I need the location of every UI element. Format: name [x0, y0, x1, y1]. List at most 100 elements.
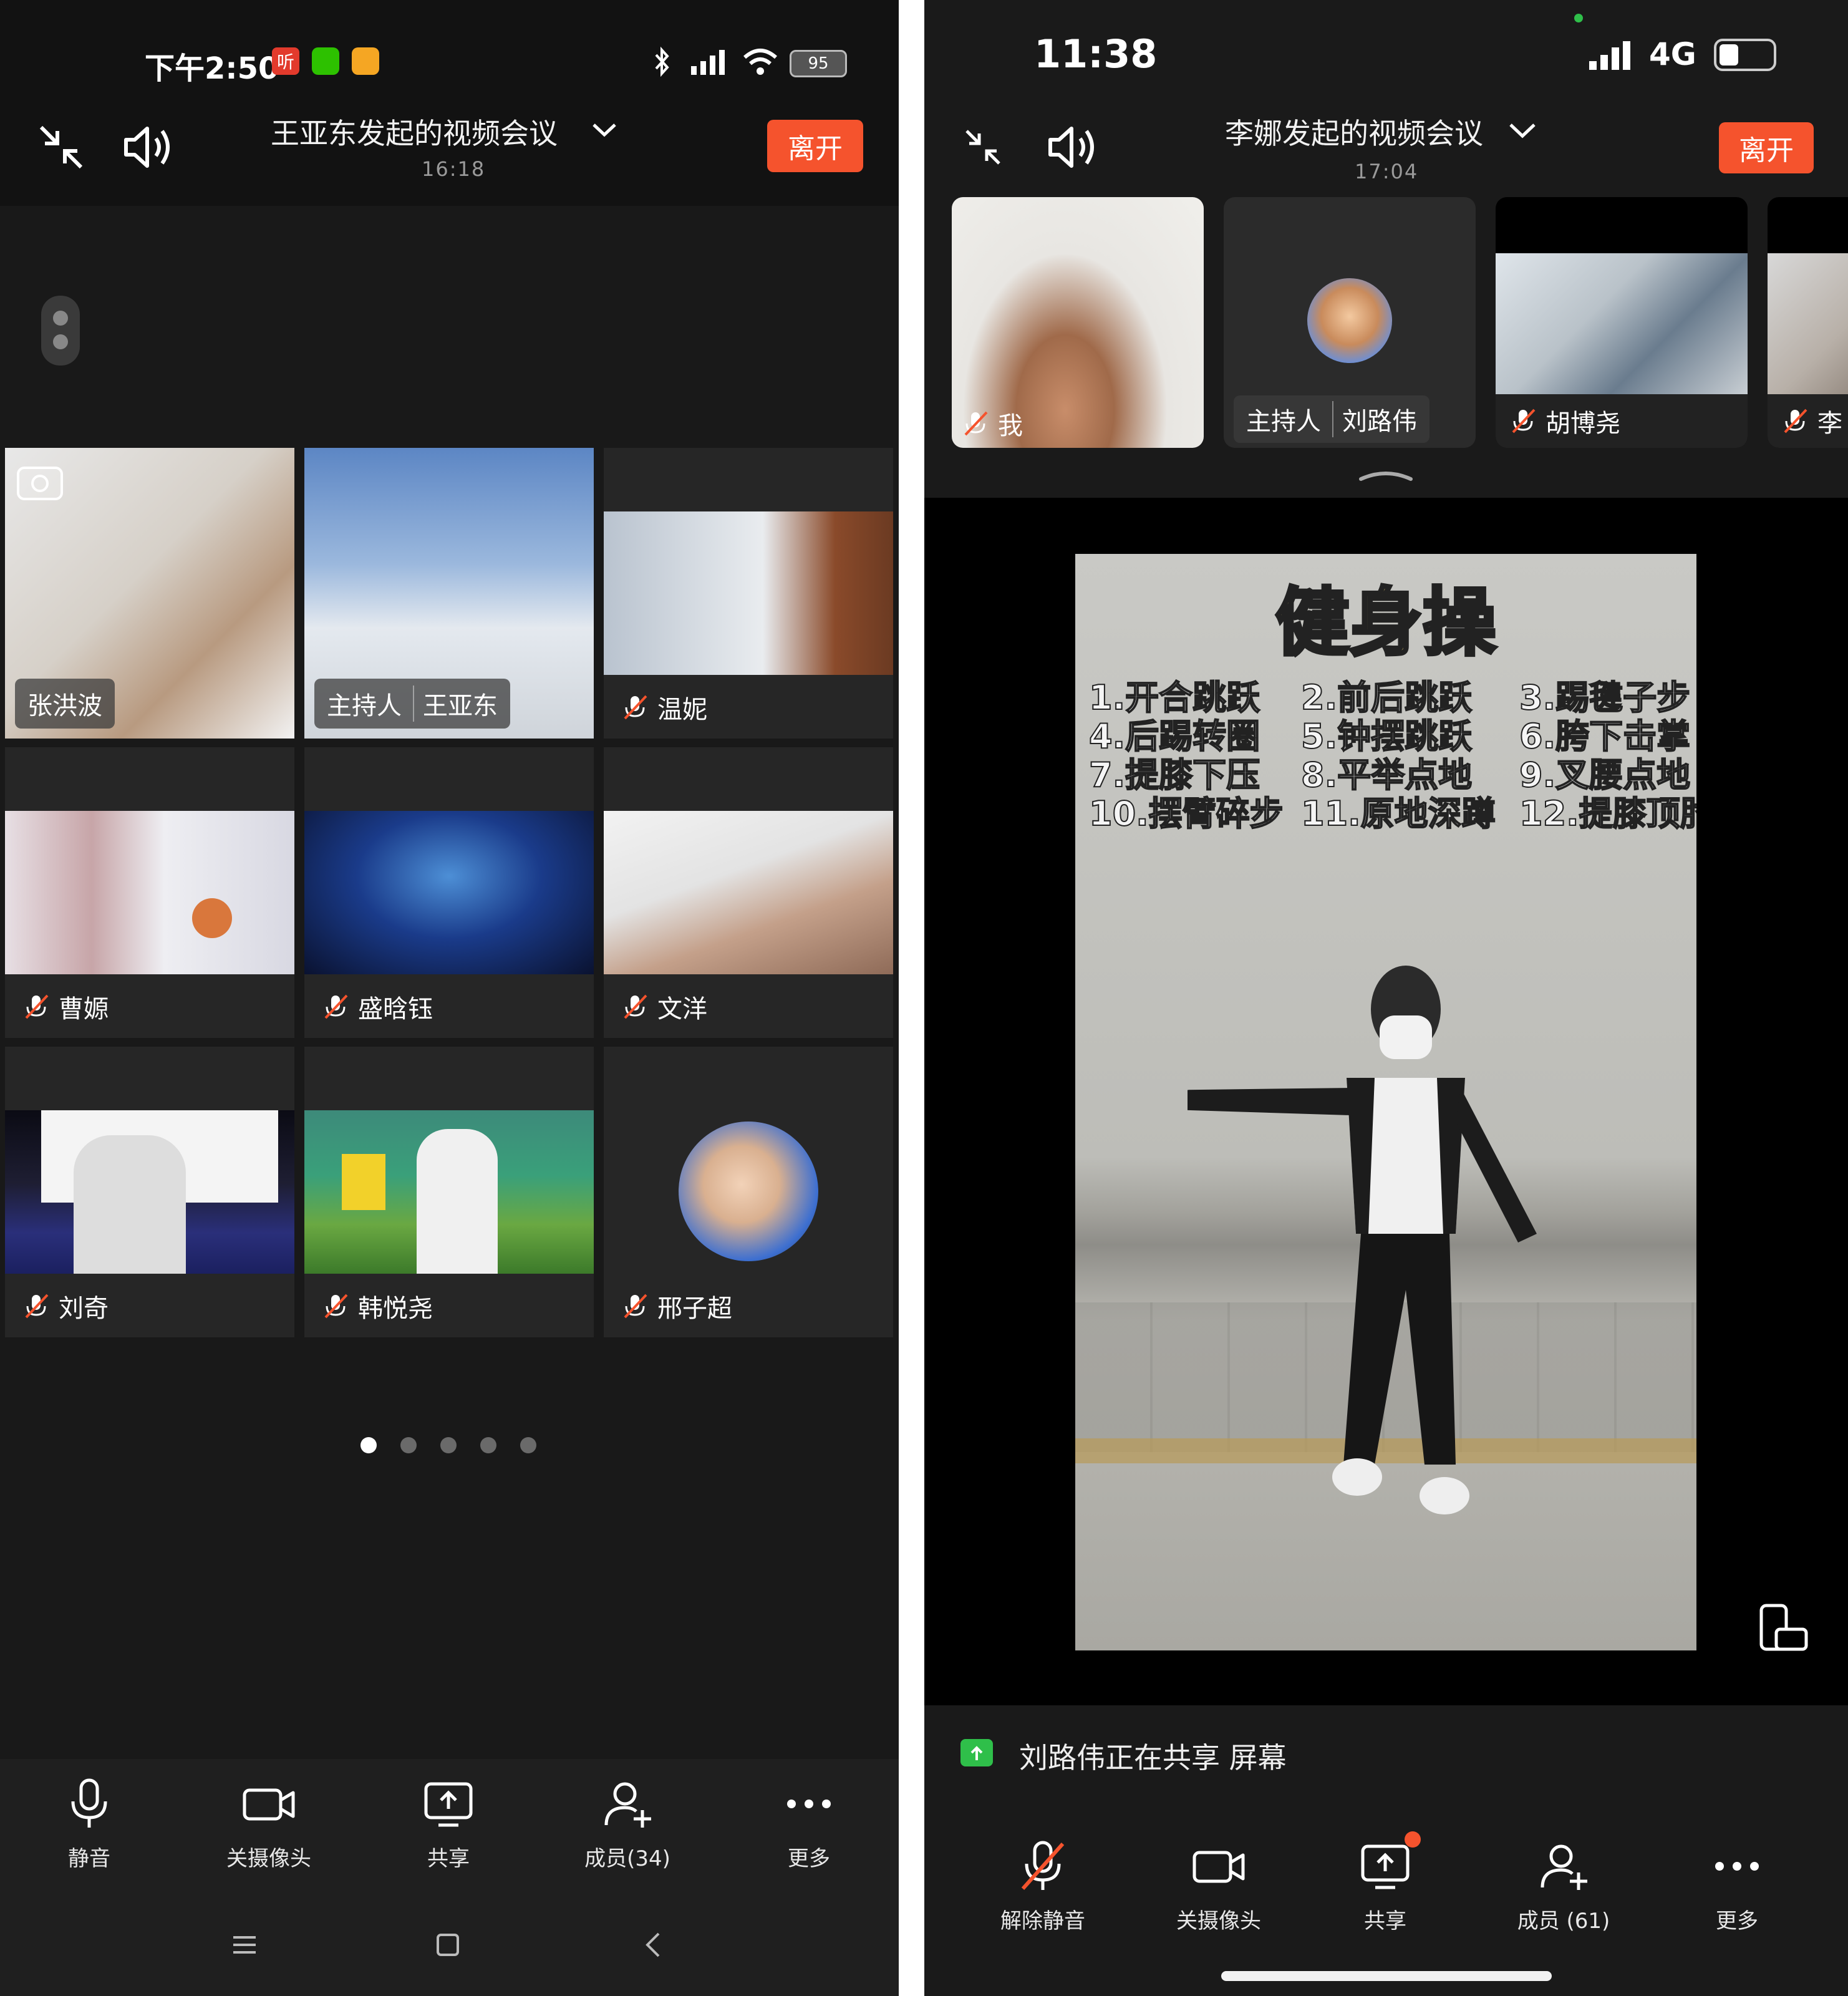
add-member-icon: [1541, 1844, 1587, 1890]
participant-name-bar: 刘奇: [5, 1275, 294, 1337]
participant-thumbnail[interactable]: 胡博尧: [1496, 197, 1748, 448]
members-button[interactable]: 成员 (61): [1498, 1840, 1629, 1934]
status-time: 11:38: [1034, 31, 1158, 77]
video-camera-icon: [243, 1788, 295, 1821]
participant-video: [5, 1110, 294, 1274]
mic-off-icon: [964, 411, 988, 436]
meeting-duration: 16:18: [422, 157, 486, 181]
back-nav-icon[interactable]: [644, 1931, 662, 1959]
camera-off-button[interactable]: 关摄像头: [1163, 1840, 1275, 1934]
page-dot[interactable]: [520, 1437, 536, 1453]
menu-nav-icon[interactable]: [231, 1934, 258, 1956]
participant-name-bar: 文洋: [604, 976, 893, 1038]
mic-off-icon: [25, 1294, 49, 1319]
avatar: [679, 1122, 818, 1261]
leave-button[interactable]: 离开: [767, 120, 863, 172]
participant-thumbnail[interactable]: 李: [1768, 197, 1848, 448]
participant-name-bar: 盛晗钰: [304, 976, 594, 1038]
move-item: 1.开合跳跃: [1088, 678, 1260, 718]
battery-icon: 95: [790, 50, 847, 77]
share-badge-dot: [1405, 1831, 1421, 1848]
home-nav-icon[interactable]: [435, 1932, 460, 1957]
collapse-handle-icon[interactable]: [1357, 467, 1415, 483]
screen-share-icon: [960, 1739, 993, 1766]
more-button[interactable]: 更多: [763, 1778, 854, 1872]
switch-camera-icon[interactable]: [16, 460, 64, 501]
participant-name-bar: 邢子超: [604, 1275, 893, 1337]
members-button[interactable]: 成员(34): [566, 1778, 689, 1872]
more-button[interactable]: 更多: [1691, 1840, 1783, 1934]
participant-tile[interactable]: 刘奇: [5, 1047, 294, 1337]
instructor-figure: [1188, 966, 1537, 1514]
moves-list: 1.开合跳跃 2.前后跳跃 3.踢毽子步 4.后踢转圈 5.钟摆跳跃 6.胯下击…: [1088, 678, 1696, 834]
video-camera-icon: [1192, 1851, 1245, 1883]
mic-off-icon: [1784, 409, 1807, 434]
mute-button[interactable]: 静音: [44, 1778, 135, 1872]
speaker-icon[interactable]: [1047, 122, 1099, 172]
participant-name-bar: 胡博尧: [1496, 394, 1748, 448]
chevron-down-icon[interactable]: [591, 121, 617, 140]
move-item: 6.胯下击掌: [1519, 717, 1691, 757]
page-dot-active[interactable]: [360, 1437, 377, 1453]
share-screen-icon: [424, 1782, 473, 1827]
move-item: 12.提膝顶肘: [1519, 794, 1696, 834]
microphone-off-icon: [1021, 1841, 1065, 1890]
move-item: 10.摆臂碎步: [1088, 794, 1284, 834]
minimize-icon[interactable]: [36, 122, 86, 172]
signal-icon: [691, 50, 725, 75]
participant-tile[interactable]: 主持人 王亚东: [304, 448, 594, 739]
participant-tile[interactable]: 曹嫄: [5, 747, 294, 1038]
participant-tile[interactable]: 张洪波: [5, 448, 294, 739]
bluetooth-icon: [655, 46, 669, 77]
participant-name-bar: 韩悦尧: [304, 1275, 594, 1337]
battery-icon: [1714, 39, 1776, 71]
leave-button[interactable]: 离开: [1719, 122, 1814, 173]
add-member-icon: [604, 1782, 651, 1828]
move-item: 8.平举点地: [1300, 755, 1473, 795]
move-item: 7.提膝下压: [1088, 755, 1260, 795]
shared-video-frame: 健身操 1.开合跳跃 2.前后跳跃 3.踢毽子步 4.后踢转圈 5.钟摆跳跃 6…: [1075, 554, 1696, 1650]
participant-tile[interactable]: 韩悦尧: [304, 1047, 594, 1337]
home-indicator[interactable]: [1221, 1971, 1552, 1981]
participant-video: [1768, 253, 1848, 394]
chevron-down-icon[interactable]: [1508, 121, 1537, 141]
meeting-title[interactable]: 李娜发起的视频会议: [1225, 111, 1483, 152]
meeting-title[interactable]: 王亚东发起的视频会议: [271, 111, 558, 152]
meeting-duration: 17:04: [1355, 160, 1419, 183]
more-dots-icon: [1715, 1862, 1759, 1871]
share-button[interactable]: 共享: [403, 1778, 494, 1872]
share-button[interactable]: 共享: [1340, 1840, 1431, 1934]
mic-off-icon: [624, 1294, 647, 1319]
participant-video: [604, 811, 893, 974]
move-item: 5.钟摆跳跃: [1300, 717, 1473, 757]
rotate-screen-icon[interactable]: [1755, 1602, 1810, 1657]
network-type: 4G: [1649, 36, 1696, 72]
avatar: [1307, 278, 1392, 363]
participant-tile[interactable]: 邢子超: [604, 1047, 893, 1337]
camera-off-button[interactable]: 关摄像头: [215, 1778, 323, 1872]
move-item: 9.叉腰点地: [1519, 755, 1691, 795]
participant-tile[interactable]: 温妮: [604, 448, 893, 739]
participant-name-bar: 李: [1768, 394, 1848, 448]
participant-tile[interactable]: 盛晗钰: [304, 747, 594, 1038]
page-dot[interactable]: [400, 1437, 417, 1453]
participant-name-tag: 张洪波: [15, 679, 115, 729]
camera-in-use-indicator: [1574, 14, 1583, 22]
unmute-button[interactable]: 解除静音: [987, 1840, 1099, 1934]
left-meeting-screen: 下午2:50 听 95 王亚东发起的视频会议 16:18 离开 张洪波 主持人王…: [0, 0, 899, 1996]
page-dot[interactable]: [440, 1437, 457, 1453]
float-handle[interactable]: [41, 296, 80, 366]
move-item: 4.后踢转圈: [1088, 717, 1260, 757]
participant-name-bar: 曹嫄: [5, 976, 294, 1038]
video-heading: 健身操: [1274, 578, 1497, 667]
minimize-icon[interactable]: [963, 127, 1003, 167]
page-dot[interactable]: [480, 1437, 496, 1453]
participant-tile[interactable]: 文洋: [604, 747, 893, 1038]
participant-video: [304, 811, 594, 974]
notification-badge-icon: 听: [272, 47, 299, 75]
participant-thumbnail[interactable]: 主持人 刘路伟: [1224, 197, 1476, 448]
participant-thumbnail[interactable]: 我: [952, 197, 1204, 448]
mic-off-icon: [624, 994, 647, 1019]
speaker-icon[interactable]: [122, 122, 175, 172]
mic-off-icon: [324, 994, 348, 1019]
